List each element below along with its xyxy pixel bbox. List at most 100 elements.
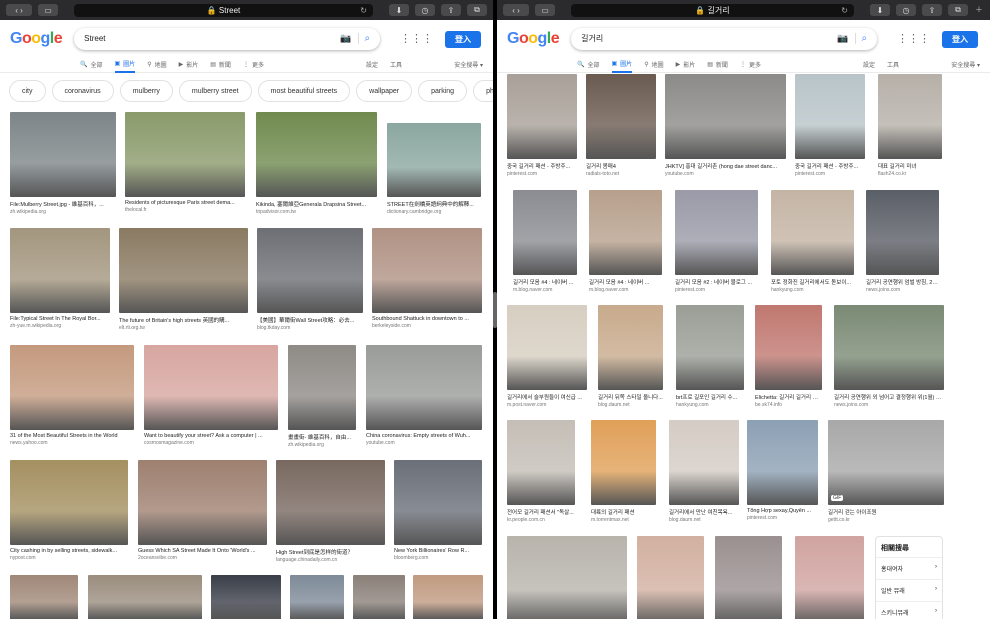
image-caption[interactable]: Kikinda, 塞爾維亞Generala Drapsina Street...: [256, 200, 377, 208]
image-thumbnail[interactable]: [755, 305, 822, 390]
address-bar[interactable]: 🔒 Street ↻: [74, 3, 373, 17]
image-result[interactable]: 길거리 뒤쪽 스타일 올니다... blog.daum.net: [598, 305, 663, 408]
image-result[interactable]: [353, 575, 405, 619]
image-result[interactable]: 중국 길거리 패션 - 주방주... pinterest.com: [795, 74, 865, 177]
image-thumbnail[interactable]: [675, 190, 758, 275]
history-icon[interactable]: ◷: [415, 4, 435, 16]
image-result[interactable]: 【美國】華爾街Wall Street攻略：必去... blog.tkday.com: [257, 228, 363, 331]
image-result[interactable]: 전어모 길거리 패션서 "독살... kr.people.com.cn: [507, 420, 575, 523]
tab-videos[interactable]: ▶ 影片: [676, 57, 696, 73]
image-result[interactable]: High Street到底是怎样的街道？ language.chinadaily.…: [276, 460, 385, 563]
image-thumbnail[interactable]: [598, 305, 663, 390]
search-input[interactable]: 길거리 📷 ⌕: [571, 28, 877, 50]
image-result[interactable]: Southbound Shattuck in downtown to ... be…: [372, 228, 482, 329]
image-thumbnail[interactable]: [10, 112, 116, 197]
image-thumbnail[interactable]: [637, 536, 704, 619]
image-result[interactable]: 길거리 공연행위 외 넘어고 결정행위 위(1월) 여잉 ... news.joi…: [834, 305, 944, 408]
image-caption[interactable]: File:Mulberry Street.jpg - 維基百科，...: [10, 200, 116, 208]
image-thumbnail[interactable]: [290, 575, 344, 619]
image-thumbnail[interactable]: [372, 228, 482, 313]
image-caption[interactable]: 중국 길거리 패션 - 주방주...: [795, 162, 865, 170]
image-caption[interactable]: Tổng Hợp sexay,Quyến ...: [747, 508, 818, 514]
image-thumbnail[interactable]: [10, 575, 78, 619]
image-result[interactable]: 길거리에서 슬부원들이 여신급 ... m.post.naver.com: [507, 305, 587, 408]
download-icon[interactable]: ⬇: [389, 4, 409, 16]
image-caption[interactable]: New York Billionaires' Row R...: [394, 548, 482, 554]
apps-grid-icon[interactable]: ⋮⋮⋮: [897, 32, 930, 45]
image-result[interactable]: brt프로 길포인 길거리 수... hankyung.com: [676, 305, 744, 408]
image-thumbnail[interactable]: [771, 190, 854, 275]
image-result[interactable]: 畫畫街- 維基百科，自由... zh.wikipedia.org: [288, 345, 356, 448]
image-thumbnail[interactable]: [507, 305, 587, 390]
image-caption[interactable]: 길거리에서 슬부원들이 여신급 ...: [507, 393, 587, 401]
image-result[interactable]: JHKTV] 홍대 길거리촌 (hong dae street danc... y…: [665, 74, 786, 177]
image-result[interactable]: 길거리에서 만난 여친목욕... blog.daum.net: [669, 420, 739, 523]
share-icon[interactable]: ⇪: [441, 4, 461, 16]
image-result[interactable]: [290, 575, 344, 619]
image-thumbnail[interactable]: [413, 575, 483, 619]
image-thumbnail[interactable]: [144, 345, 278, 430]
image-result[interactable]: [637, 536, 704, 619]
image-thumbnail[interactable]: [795, 536, 864, 619]
image-caption[interactable]: 길거리 몸매4: [586, 162, 656, 170]
image-result[interactable]: [413, 575, 483, 619]
image-thumbnail[interactable]: [353, 575, 405, 619]
image-thumbnail[interactable]: [507, 74, 577, 159]
tab-more[interactable]: ⋮ 更多: [243, 57, 264, 73]
image-thumbnail[interactable]: [507, 420, 575, 505]
apps-grid-icon[interactable]: ⋮⋮⋮: [400, 32, 433, 45]
image-thumbnail[interactable]: [866, 190, 939, 275]
tab-images[interactable]: ▣ 圖片: [611, 57, 633, 73]
image-result[interactable]: Elichetta: 길거리 길거리 엘링즈...be.sk74.info: [755, 305, 822, 408]
tab-maps[interactable]: ⚲ 地圖: [147, 57, 166, 73]
image-caption[interactable]: China coronavirus: Empty streets of Wuh.…: [366, 433, 482, 439]
image-result[interactable]: 31 of the Most Beautiful Streets in the …: [10, 345, 134, 446]
login-button[interactable]: 登入: [942, 31, 978, 48]
image-caption[interactable]: Want to beautify your street? Ask a comp…: [144, 433, 278, 439]
tab-all[interactable]: 🔍 全部: [577, 57, 600, 73]
image-result[interactable]: Guess Which SA Street Made It Onto 'Worl…: [138, 460, 267, 561]
chip[interactable]: city: [9, 80, 46, 102]
search-icon[interactable]: ⌕: [357, 33, 370, 44]
address-bar[interactable]: 🔒 길거리 ↻: [571, 3, 854, 17]
image-thumbnail[interactable]: [257, 228, 363, 313]
new-tab-icon[interactable]: +: [974, 4, 984, 16]
image-caption[interactable]: 대륙의 길거리 패션: [591, 508, 656, 516]
image-thumbnail[interactable]: [591, 420, 656, 505]
image-caption[interactable]: Residents of picturesque Paris street de…: [125, 200, 245, 206]
image-caption[interactable]: JHKTV] 홍대 길거리촌 (hong dae street danc...: [665, 162, 786, 170]
tab-news[interactable]: ▤ 新聞: [210, 57, 231, 73]
image-caption[interactable]: brt프로 길포인 길거리 수...: [676, 393, 744, 401]
image-caption[interactable]: 31 of the Most Beautiful Streets in the …: [10, 433, 134, 439]
image-result[interactable]: [795, 536, 864, 619]
image-thumbnail[interactable]: [288, 345, 356, 430]
image-result[interactable]: [88, 575, 202, 619]
tab-maps[interactable]: ⚲ 地圖: [644, 57, 663, 73]
image-result[interactable]: New York Billionaires' Row R... bloomberg…: [394, 460, 482, 561]
image-caption[interactable]: 길거리 뒤쪽 스타일 올니다...: [598, 393, 663, 401]
back-forward-buttons[interactable]: ‹ ›: [503, 4, 529, 16]
camera-icon[interactable]: 📷: [837, 33, 848, 44]
image-result[interactable]: The future of Britain's high streets 英國的…: [119, 228, 248, 331]
image-thumbnail[interactable]: [507, 536, 627, 619]
image-thumbnail[interactable]: [10, 345, 134, 430]
image-thumbnail[interactable]: [10, 228, 110, 313]
image-result[interactable]: Kikinda, 塞爾維亞Generala Drapsina Street...…: [256, 112, 377, 215]
image-caption[interactable]: 대표 길거리 미녀: [878, 162, 942, 170]
image-caption[interactable]: City cashing in by selling streets, side…: [10, 548, 128, 554]
image-thumbnail[interactable]: [747, 420, 818, 505]
image-result[interactable]: STREET在劍橋英語詞典中的解釋... dictionary.cambridge…: [387, 123, 481, 215]
image-result[interactable]: 중국 길거리 패션 - 주방주... pinterest.com: [507, 74, 577, 177]
download-icon[interactable]: ⬇: [870, 4, 890, 16]
image-caption[interactable]: Southbound Shattuck in downtown to ...: [372, 316, 482, 322]
image-thumbnail[interactable]: [366, 345, 482, 430]
image-caption[interactable]: 길거리 걷는 아이조원: [828, 508, 944, 516]
image-thumbnail[interactable]: [586, 74, 656, 159]
image-caption[interactable]: 포토 정화진 길거리에서도 돋보이...: [771, 278, 854, 286]
tab-videos[interactable]: ▶ 影片: [179, 57, 199, 73]
image-result[interactable]: File:Mulberry Street.jpg - 維基百科，... zh.wi…: [10, 112, 116, 215]
tabs-icon[interactable]: ⧉: [467, 4, 487, 16]
image-result[interactable]: 대표 길거리 미녀 flash24.co.kr: [878, 74, 942, 177]
related-item[interactable]: 홍대여자 ›: [876, 557, 942, 579]
google-logo[interactable]: Google: [10, 30, 63, 48]
